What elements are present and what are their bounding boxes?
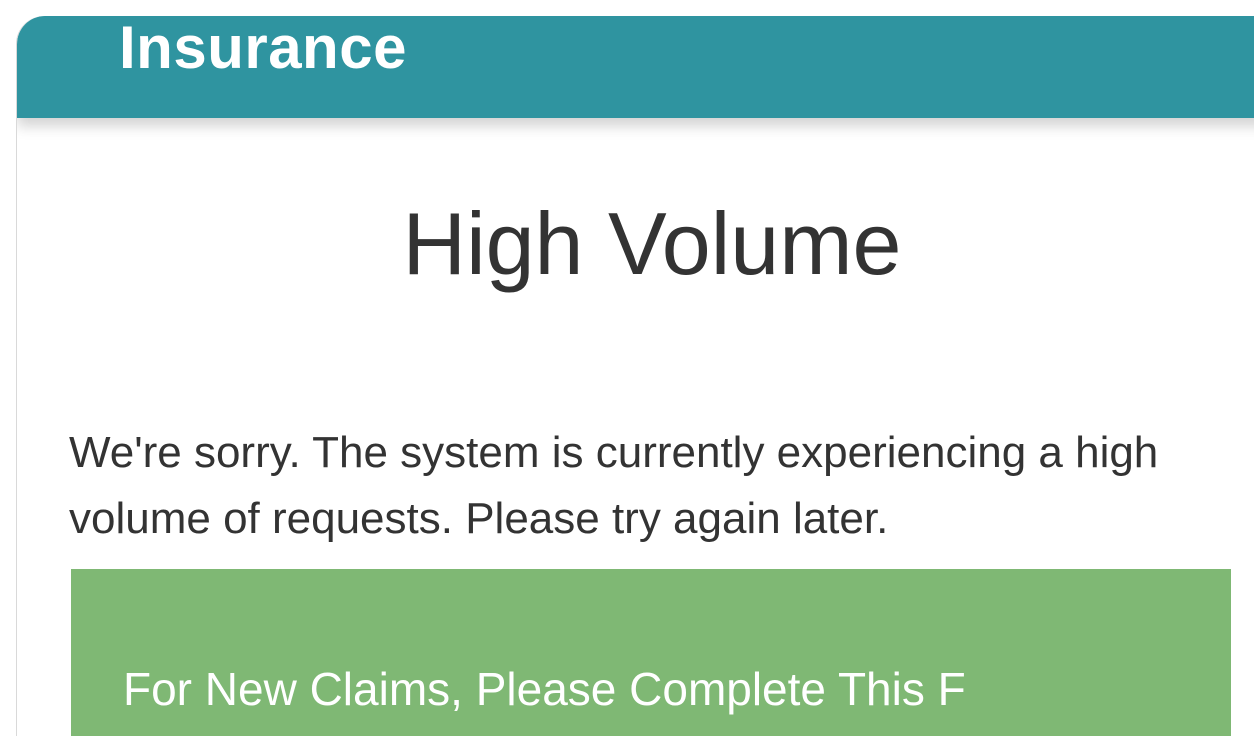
insurance-card: Insurance High Volume We're sorry. The s… <box>16 16 1254 736</box>
new-claims-button[interactable]: For New Claims, Please Complete This F <box>71 569 1231 736</box>
app-header: Insurance <box>17 16 1254 118</box>
error-message: We're sorry. The system is currently exp… <box>69 428 1159 543</box>
new-claims-button-label: For New Claims, Please Complete This F <box>123 663 966 715</box>
app-title: Insurance <box>119 16 407 81</box>
page-title: High Volume <box>402 194 902 293</box>
